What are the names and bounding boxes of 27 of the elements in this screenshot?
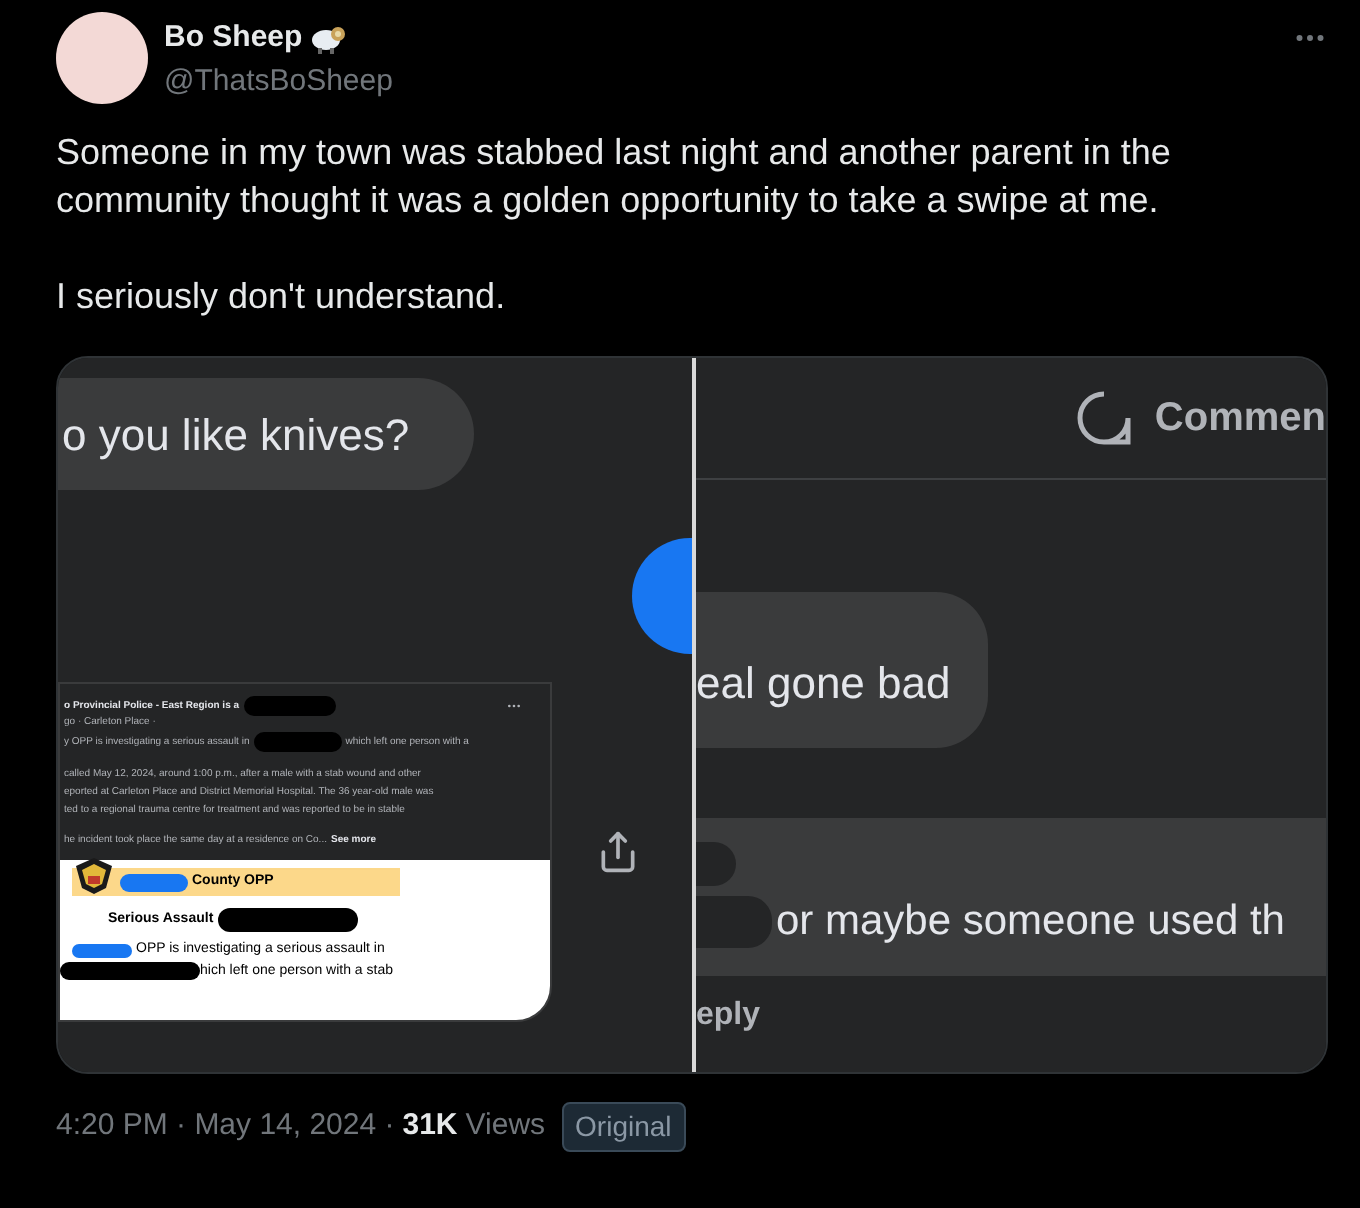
redaction-mark [72,943,132,958]
shield-logo-icon [72,856,116,896]
redaction-mark [120,873,188,891]
view-count: 31K [402,1106,458,1147]
post-timestamp[interactable]: 4:20 PM · May 14, 2024 · [56,1104,395,1150]
redaction-mark [60,962,200,981]
tweet-text: Someone in my town was stabbed last night and another parent in the community thought it was a golden opportunity to take a swipe at me. [56,130,1173,224]
comment-icon [1074,388,1135,448]
author-handle[interactable]: @ThatsBoSheep [164,61,393,101]
redaction-mark [243,696,336,716]
author-name[interactable]: Bo Sheep [164,16,303,61]
avatar[interactable] [56,12,148,104]
reply-link: eply [696,996,763,1036]
redaction-mark [696,895,772,947]
views-label: Views [465,1106,546,1147]
tweet-text: I seriously don't understand. [56,274,508,320]
attached-image[interactable] [56,356,1328,1074]
sheep-icon [310,22,347,55]
original-badge[interactable]: Original [561,1102,686,1152]
message-bubble: eal gone bad [696,592,988,748]
comment-text: or maybe someone used th [776,895,1285,948]
comment-label: Commen [1154,394,1326,444]
share-icon [596,830,640,874]
redaction-mark [696,841,736,886]
redaction-mark [217,908,358,932]
message-bubble: o you like knives? [58,378,474,490]
redaction-mark [253,732,342,752]
